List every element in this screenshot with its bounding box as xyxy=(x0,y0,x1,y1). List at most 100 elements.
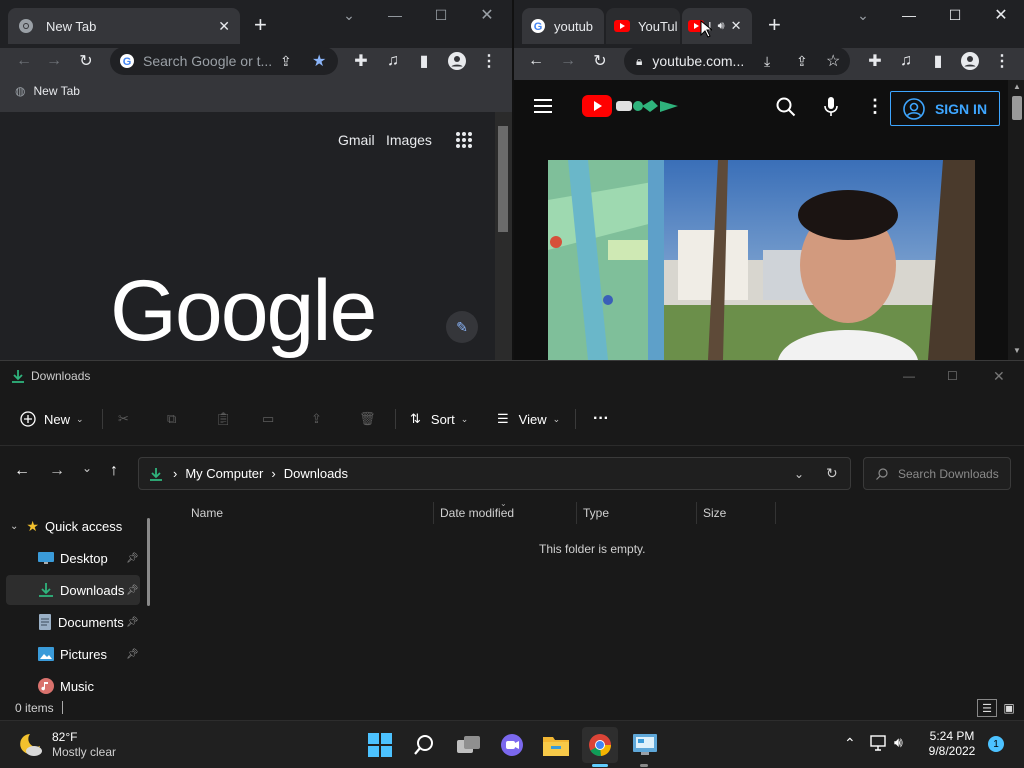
tab-search-icon[interactable]: ⌄ xyxy=(840,0,886,30)
view-button[interactable]: ☰ View ⌄ xyxy=(497,404,560,434)
pin-icon[interactable]: 📌︎ xyxy=(126,649,139,660)
youtube-logo-icon[interactable] xyxy=(582,95,686,117)
chevron-down-icon[interactable]: ⌄ xyxy=(794,467,804,481)
omnibox[interactable]: G Search Google or t... ⇪ ★ xyxy=(110,47,338,75)
pin-icon[interactable]: 📌︎ xyxy=(126,553,139,564)
bookmark-star-icon[interactable]: ★ xyxy=(312,51,326,71)
column-type[interactable]: Type xyxy=(576,502,696,524)
control-panel-icon[interactable] xyxy=(627,727,663,763)
address-bar[interactable]: › My Computer › Downloads ⌄ ↻ xyxy=(138,457,851,490)
search-box[interactable]: Search Downloads xyxy=(863,457,1011,490)
back-button[interactable]: ← xyxy=(522,47,550,75)
rename-icon[interactable]: ▭ xyxy=(262,404,274,434)
reload-button[interactable]: ↻ xyxy=(72,47,100,75)
minimize-button[interactable]: — xyxy=(372,0,418,30)
nav-desktop[interactable]: Desktop 📌︎ xyxy=(6,543,140,573)
network-icon[interactable] xyxy=(870,735,888,751)
start-windows-icon[interactable] xyxy=(362,727,398,763)
forward-button[interactable]: → xyxy=(554,47,582,75)
profile-icon[interactable] xyxy=(956,47,984,75)
weather-widget[interactable]: 82°F Mostly clear xyxy=(16,729,116,761)
file-explorer-taskbar-icon[interactable] xyxy=(538,727,574,763)
video-thumbnail[interactable] xyxy=(548,160,975,360)
scrollbar[interactable] xyxy=(495,112,512,360)
pin-icon[interactable]: 📌︎ xyxy=(126,585,139,596)
menu-icon[interactable]: ⋮ xyxy=(988,47,1016,75)
bookmark-new-tab[interactable]: ◍ New Tab xyxy=(15,84,80,98)
tab-youtube-search[interactable]: G youtub xyxy=(522,8,604,44)
breadcrumb-my-computer[interactable]: My Computer xyxy=(185,466,263,481)
refresh-icon[interactable]: ↻ xyxy=(826,465,838,482)
media-control-icon[interactable]: ♫ xyxy=(379,47,407,75)
minimize-button[interactable]: — xyxy=(886,0,932,30)
cut-icon[interactable]: ✂ xyxy=(118,404,129,434)
notification-badge[interactable]: 1 xyxy=(988,736,1004,752)
show-hidden-icons-chevron-icon[interactable]: ⌃ xyxy=(844,735,856,752)
profile-icon[interactable] xyxy=(443,47,471,75)
back-button[interactable]: ← xyxy=(10,47,38,75)
menu-icon[interactable]: ⋮ xyxy=(475,47,503,75)
new-tab-button[interactable]: + xyxy=(768,14,781,36)
close-tab-icon[interactable]: ✕ xyxy=(731,18,742,34)
nav-downloads[interactable]: Downloads 📌︎ xyxy=(6,575,140,605)
forward-button[interactable]: → xyxy=(49,462,65,480)
sign-in-button[interactable]: SIGN IN xyxy=(890,91,1000,126)
recent-locations-button[interactable]: ⌄ xyxy=(82,461,92,475)
nav-documents[interactable]: Documents 📌︎ xyxy=(6,607,140,637)
nav-quick-access[interactable]: ⌄ ★ Quick access xyxy=(6,511,140,541)
omnibox[interactable]: 🔒︎ youtube.com... ⤓ ⇪ ☆ xyxy=(624,47,850,75)
apps-grid-icon[interactable] xyxy=(455,131,473,149)
media-control-icon[interactable]: ♫ xyxy=(892,47,920,75)
column-size[interactable]: Size xyxy=(696,502,776,524)
clock[interactable]: 5:24 PM 9/8/2022 xyxy=(922,729,982,759)
reload-button[interactable]: ↻ xyxy=(586,47,614,75)
delete-icon[interactable]: 🗑︎ xyxy=(359,404,376,434)
new-button[interactable]: New ⌄ xyxy=(20,404,84,434)
chat-icon[interactable] xyxy=(494,727,530,763)
tiles-view-icon[interactable]: ▣ xyxy=(999,699,1019,717)
share-icon[interactable]: ⇪ xyxy=(311,404,322,434)
sort-button[interactable]: ⇅ Sort ⌄ xyxy=(410,404,468,434)
up-button[interactable]: ↑ xyxy=(110,462,118,480)
microphone-icon[interactable] xyxy=(824,97,838,117)
nav-pictures[interactable]: Pictures 📌︎ xyxy=(6,639,140,669)
bookmark-star-icon[interactable]: ☆ xyxy=(826,51,840,71)
volume-icon[interactable]: 🔊︎ xyxy=(894,734,903,751)
new-tab-button[interactable]: + xyxy=(254,14,267,36)
audio-playing-icon[interactable]: 🔊︎ xyxy=(718,20,725,33)
extensions-icon[interactable]: ✚ xyxy=(861,47,889,75)
breadcrumb-downloads[interactable]: Downloads xyxy=(284,466,348,481)
images-link[interactable]: Images xyxy=(386,132,432,148)
share-icon[interactable]: ⇪ xyxy=(280,53,292,70)
tab-youtube-1[interactable]: YouTul xyxy=(606,8,680,44)
customize-pencil-icon[interactable]: ✎ xyxy=(446,311,478,343)
close-tab-icon[interactable]: ✕ xyxy=(218,18,230,35)
tab-youtube-2[interactable]: I 🔊︎ ✕ xyxy=(682,8,752,44)
minimize-button[interactable]: — xyxy=(903,369,915,383)
maximize-button[interactable]: ☐ xyxy=(418,0,464,30)
forward-button[interactable]: → xyxy=(40,47,68,75)
nav-music[interactable]: Music xyxy=(6,671,140,701)
paste-icon[interactable]: 📋︎ xyxy=(215,404,232,434)
back-button[interactable]: ← xyxy=(14,462,30,480)
side-panel-icon[interactable]: ▮ xyxy=(410,47,438,75)
share-icon[interactable]: ⇪ xyxy=(796,53,808,70)
tab-new-tab[interactable]: New Tab ✕ xyxy=(8,8,240,44)
more-options-icon[interactable]: ⋮ xyxy=(866,96,884,117)
maximize-button[interactable]: ☐ xyxy=(932,0,978,30)
close-button[interactable]: ✕ xyxy=(993,368,1005,385)
maximize-button[interactable]: ☐ xyxy=(947,369,958,383)
details-view-icon[interactable]: ☰ xyxy=(977,699,997,717)
gmail-link[interactable]: Gmail xyxy=(338,132,375,148)
hamburger-menu-icon[interactable] xyxy=(534,99,552,113)
chrome-taskbar-icon[interactable] xyxy=(582,727,618,763)
column-name[interactable]: Name xyxy=(185,502,432,524)
extensions-icon[interactable]: ✚ xyxy=(347,47,375,75)
search-icon[interactable] xyxy=(776,97,796,117)
nav-scrollbar[interactable] xyxy=(147,518,150,606)
pin-icon[interactable]: 📌︎ xyxy=(126,617,139,628)
close-button[interactable]: ✕ xyxy=(978,0,1024,30)
side-panel-icon[interactable]: ▮ xyxy=(924,47,952,75)
copy-icon[interactable]: ⧉ xyxy=(167,404,176,434)
close-button[interactable]: ✕ xyxy=(464,0,510,30)
